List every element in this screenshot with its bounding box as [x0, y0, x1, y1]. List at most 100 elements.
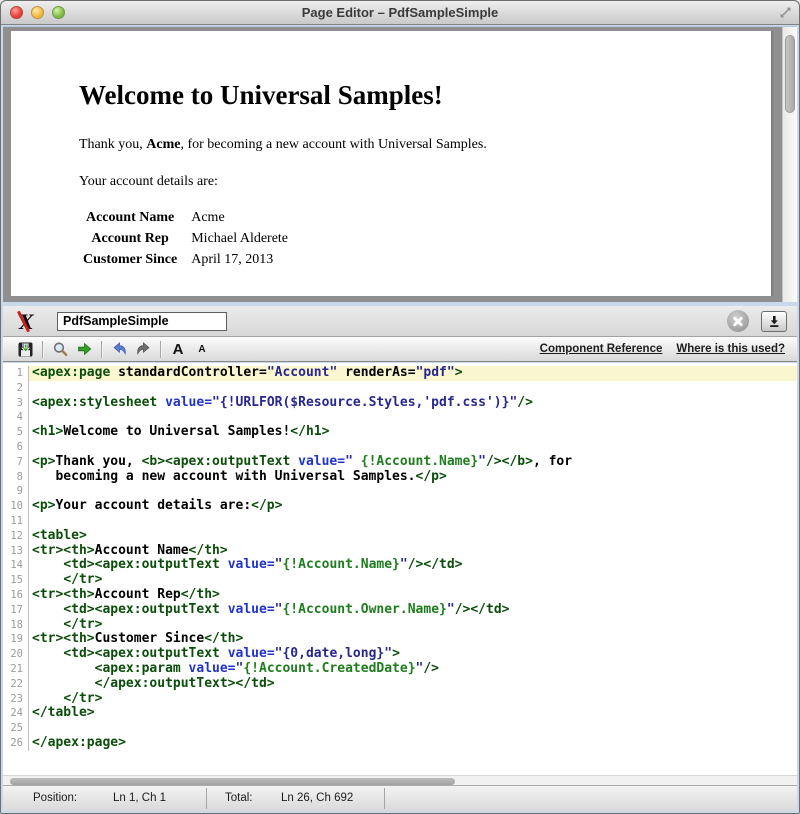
code-line[interactable]: 3<apex:stylesheet value="{!URLFOR($Resou… — [3, 396, 797, 411]
line-number: 21 — [3, 662, 29, 677]
code-line[interactable]: 25 — [3, 721, 797, 736]
code-editor[interactable]: 1<apex:page standardController="Account"… — [3, 363, 797, 775]
line-number: 22 — [3, 677, 29, 692]
code-line[interactable]: 7<p>Thank you, <b><apex:outputText value… — [3, 455, 797, 470]
line-number: 13 — [3, 544, 29, 559]
code-line[interactable]: 1<apex:page standardController="Account"… — [3, 366, 797, 381]
line-number: 4 — [3, 410, 29, 425]
code-line-text: </table> — [29, 706, 797, 721]
line-number: 15 — [3, 573, 29, 588]
code-line[interactable]: 9 — [3, 484, 797, 499]
code-line-text — [29, 514, 797, 529]
code-line-text: <apex:stylesheet value="{!URLFOR($Resour… — [29, 396, 797, 411]
code-line-text — [29, 381, 797, 396]
line-number: 24 — [3, 706, 29, 721]
account-table-row: Account RepMichael Alderete — [81, 230, 290, 248]
font-size-increase-button[interactable]: A — [166, 339, 190, 360]
code-line-text: <apex:param value="{!Account.CreatedDate… — [29, 662, 797, 677]
font-size-decrease-icon: A — [198, 344, 205, 355]
code-line-text: </apex:page> — [29, 736, 797, 751]
code-line[interactable]: 16<tr><th>Account Rep</th> — [3, 588, 797, 603]
page-name-tab[interactable]: PdfSampleSimple — [57, 312, 227, 331]
code-line-text: <apex:page standardController="Account" … — [29, 366, 797, 381]
code-line[interactable]: 6 — [3, 440, 797, 455]
preview-thank-you-paragraph: Thank you, Acme, for becoming a new acco… — [79, 137, 731, 153]
font-size-decrease-button[interactable]: A — [190, 339, 214, 360]
download-icon — [767, 314, 781, 328]
code-line[interactable]: 2 — [3, 381, 797, 396]
line-number: 6 — [3, 440, 29, 455]
code-line[interactable]: 8 becoming a new account with Universal … — [3, 470, 797, 485]
code-line-text: <table> — [29, 529, 797, 544]
editor-toolbar: A A Component Reference Where is this us… — [3, 337, 797, 362]
title-bar[interactable]: Page Editor – PdfSampleSimple — [1, 1, 799, 25]
preview-details-paragraph: Your account details are: — [79, 174, 731, 190]
save-icon — [17, 341, 34, 358]
preview-scrollbar-thumb[interactable] — [785, 35, 795, 113]
code-line[interactable]: 19<tr><th>Customer Since</th> — [3, 632, 797, 647]
line-number: 16 — [3, 588, 29, 603]
account-field-label: Account Name — [81, 209, 179, 227]
code-line[interactable]: 11 — [3, 514, 797, 529]
code-line-text — [29, 440, 797, 455]
total-label: Total: — [225, 792, 253, 804]
code-line[interactable]: 15 </tr> — [3, 573, 797, 588]
code-line-text: </tr> — [29, 618, 797, 633]
component-reference-link[interactable]: Component Reference — [540, 343, 663, 355]
download-button[interactable] — [761, 311, 787, 332]
code-line-text: <td><apex:outputText value="{0,date,long… — [29, 647, 797, 662]
code-line[interactable]: 12<table> — [3, 529, 797, 544]
pdf-preview-pane: Welcome to Universal Samples! Thank you,… — [3, 26, 797, 302]
line-number: 11 — [3, 514, 29, 529]
code-line[interactable]: 20 <td><apex:outputText value="{0,date,l… — [3, 647, 797, 662]
code-line[interactable]: 21 <apex:param value="{!Account.CreatedD… — [3, 662, 797, 677]
code-line[interactable]: 4 — [3, 410, 797, 425]
save-button[interactable] — [13, 339, 37, 360]
code-line-text: becoming a new account with Universal Sa… — [29, 470, 797, 485]
account-field-value: April 17, 2013 — [181, 251, 290, 269]
page-editor-window: Page Editor – PdfSampleSimple Welcome to… — [0, 0, 800, 814]
status-bar: Position: Ln 1, Ch 1 Total: Ln 26, Ch 69… — [3, 785, 797, 811]
preview-scrollbar[interactable] — [782, 27, 797, 302]
total-value: Ln 26, Ch 692 — [281, 792, 353, 804]
account-field-value: Acme — [181, 209, 290, 227]
code-lines: 1<apex:page standardController="Account"… — [3, 366, 797, 751]
code-line[interactable]: 23 </tr> — [3, 692, 797, 707]
preview-account-name: Acme — [146, 137, 180, 152]
line-number: 26 — [3, 736, 29, 751]
window-title: Page Editor – PdfSampleSimple — [1, 5, 799, 20]
code-line-text: <h1>Welcome to Universal Samples!</h1> — [29, 425, 797, 440]
editor-hscrollbar-thumb[interactable] — [10, 778, 455, 785]
code-line[interactable]: 14 <td><apex:outputText value="{!Account… — [3, 558, 797, 573]
account-field-value: Michael Alderete — [181, 230, 290, 248]
code-line-text: <p>Thank you, <b><apex:outputText value=… — [29, 455, 797, 470]
line-number: 7 — [3, 455, 29, 470]
code-line[interactable]: 24</table> — [3, 706, 797, 721]
visualforce-x-logo-icon: X — [16, 309, 42, 335]
go-icon — [76, 341, 93, 358]
undo-button[interactable] — [107, 339, 131, 360]
code-line[interactable]: 13<tr><th>Account Name</th> — [3, 544, 797, 559]
editor-hscrollbar[interactable] — [3, 775, 797, 785]
code-line-text — [29, 410, 797, 425]
code-line-text: </tr> — [29, 573, 797, 588]
account-details-table: Account NameAcme Account RepMichael Alder… — [79, 206, 292, 272]
tools-button[interactable] — [727, 310, 749, 332]
code-line[interactable]: 26</apex:page> — [3, 736, 797, 751]
go-button[interactable] — [72, 339, 96, 360]
code-line[interactable]: 17 <td><apex:outputText value="{!Account… — [3, 603, 797, 618]
line-number: 20 — [3, 647, 29, 662]
undo-icon — [111, 341, 128, 358]
search-button[interactable] — [48, 339, 72, 360]
redo-button[interactable] — [131, 339, 155, 360]
code-line[interactable]: 5<h1>Welcome to Universal Samples!</h1> — [3, 425, 797, 440]
account-table-row: Customer SinceApril 17, 2013 — [81, 251, 290, 269]
resize-icon[interactable] — [779, 6, 792, 19]
code-line[interactable]: 22 </apex:outputText></td> — [3, 677, 797, 692]
line-number: 19 — [3, 632, 29, 647]
where-is-this-used-link[interactable]: Where is this used? — [676, 343, 785, 355]
code-line-text: <tr><th>Customer Since</th> — [29, 632, 797, 647]
preview-heading: Welcome to Universal Samples! — [79, 79, 731, 111]
code-line[interactable]: 10<p>Your account details are:</p> — [3, 499, 797, 514]
code-line[interactable]: 18 </tr> — [3, 618, 797, 633]
